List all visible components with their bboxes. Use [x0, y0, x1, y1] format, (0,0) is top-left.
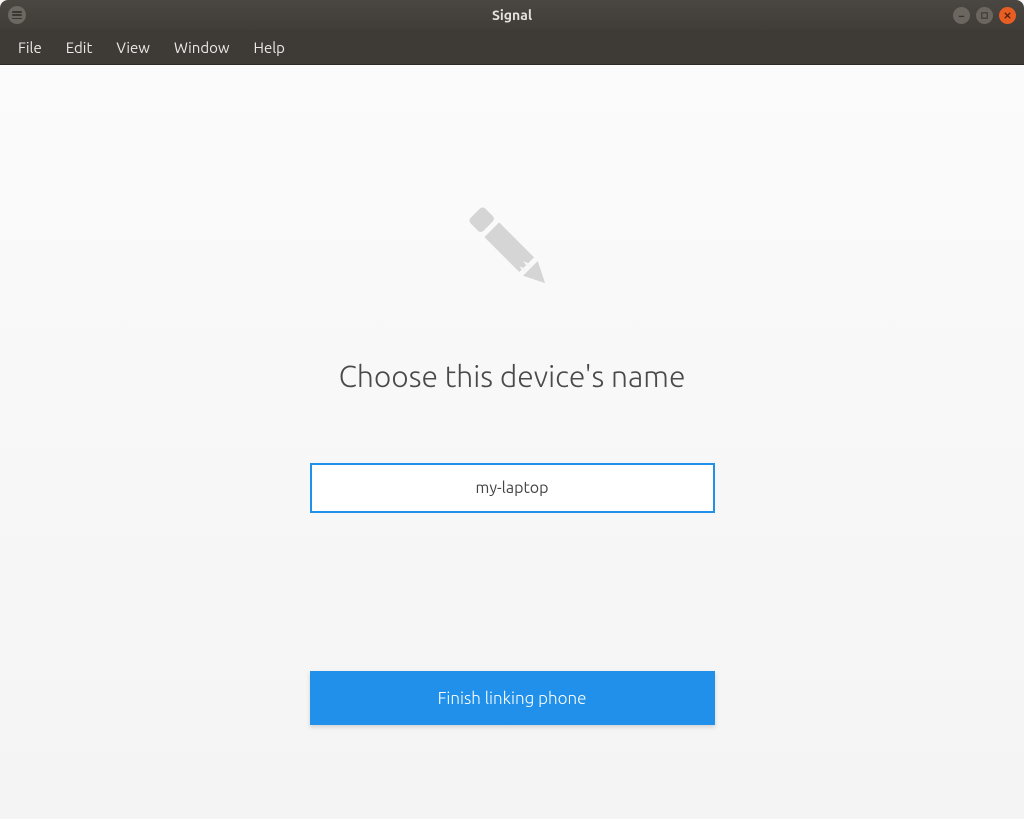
- minimize-button[interactable]: [953, 7, 970, 24]
- window-title: Signal: [492, 7, 532, 23]
- menu-view[interactable]: View: [106, 35, 160, 60]
- maximize-icon: [980, 11, 989, 20]
- menu-help[interactable]: Help: [244, 35, 295, 60]
- close-icon: [1003, 11, 1012, 20]
- window-controls: [953, 7, 1016, 24]
- minimize-icon: [957, 11, 966, 20]
- maximize-button[interactable]: [976, 7, 993, 24]
- pencil-icon: [447, 185, 577, 319]
- app-menu-icon[interactable]: [8, 6, 26, 24]
- menu-edit[interactable]: Edit: [56, 35, 103, 60]
- finish-linking-button[interactable]: Finish linking phone: [310, 671, 715, 725]
- menu-window[interactable]: Window: [164, 35, 240, 60]
- page-heading: Choose this device's name: [339, 359, 686, 393]
- main-content: Choose this device's name Finish linking…: [0, 65, 1024, 819]
- close-button[interactable]: [999, 7, 1016, 24]
- titlebar: Signal: [0, 0, 1024, 30]
- menu-icon: [12, 11, 22, 19]
- device-name-input[interactable]: [310, 463, 715, 513]
- menubar: File Edit View Window Help: [0, 30, 1024, 65]
- menu-file[interactable]: File: [8, 35, 52, 60]
